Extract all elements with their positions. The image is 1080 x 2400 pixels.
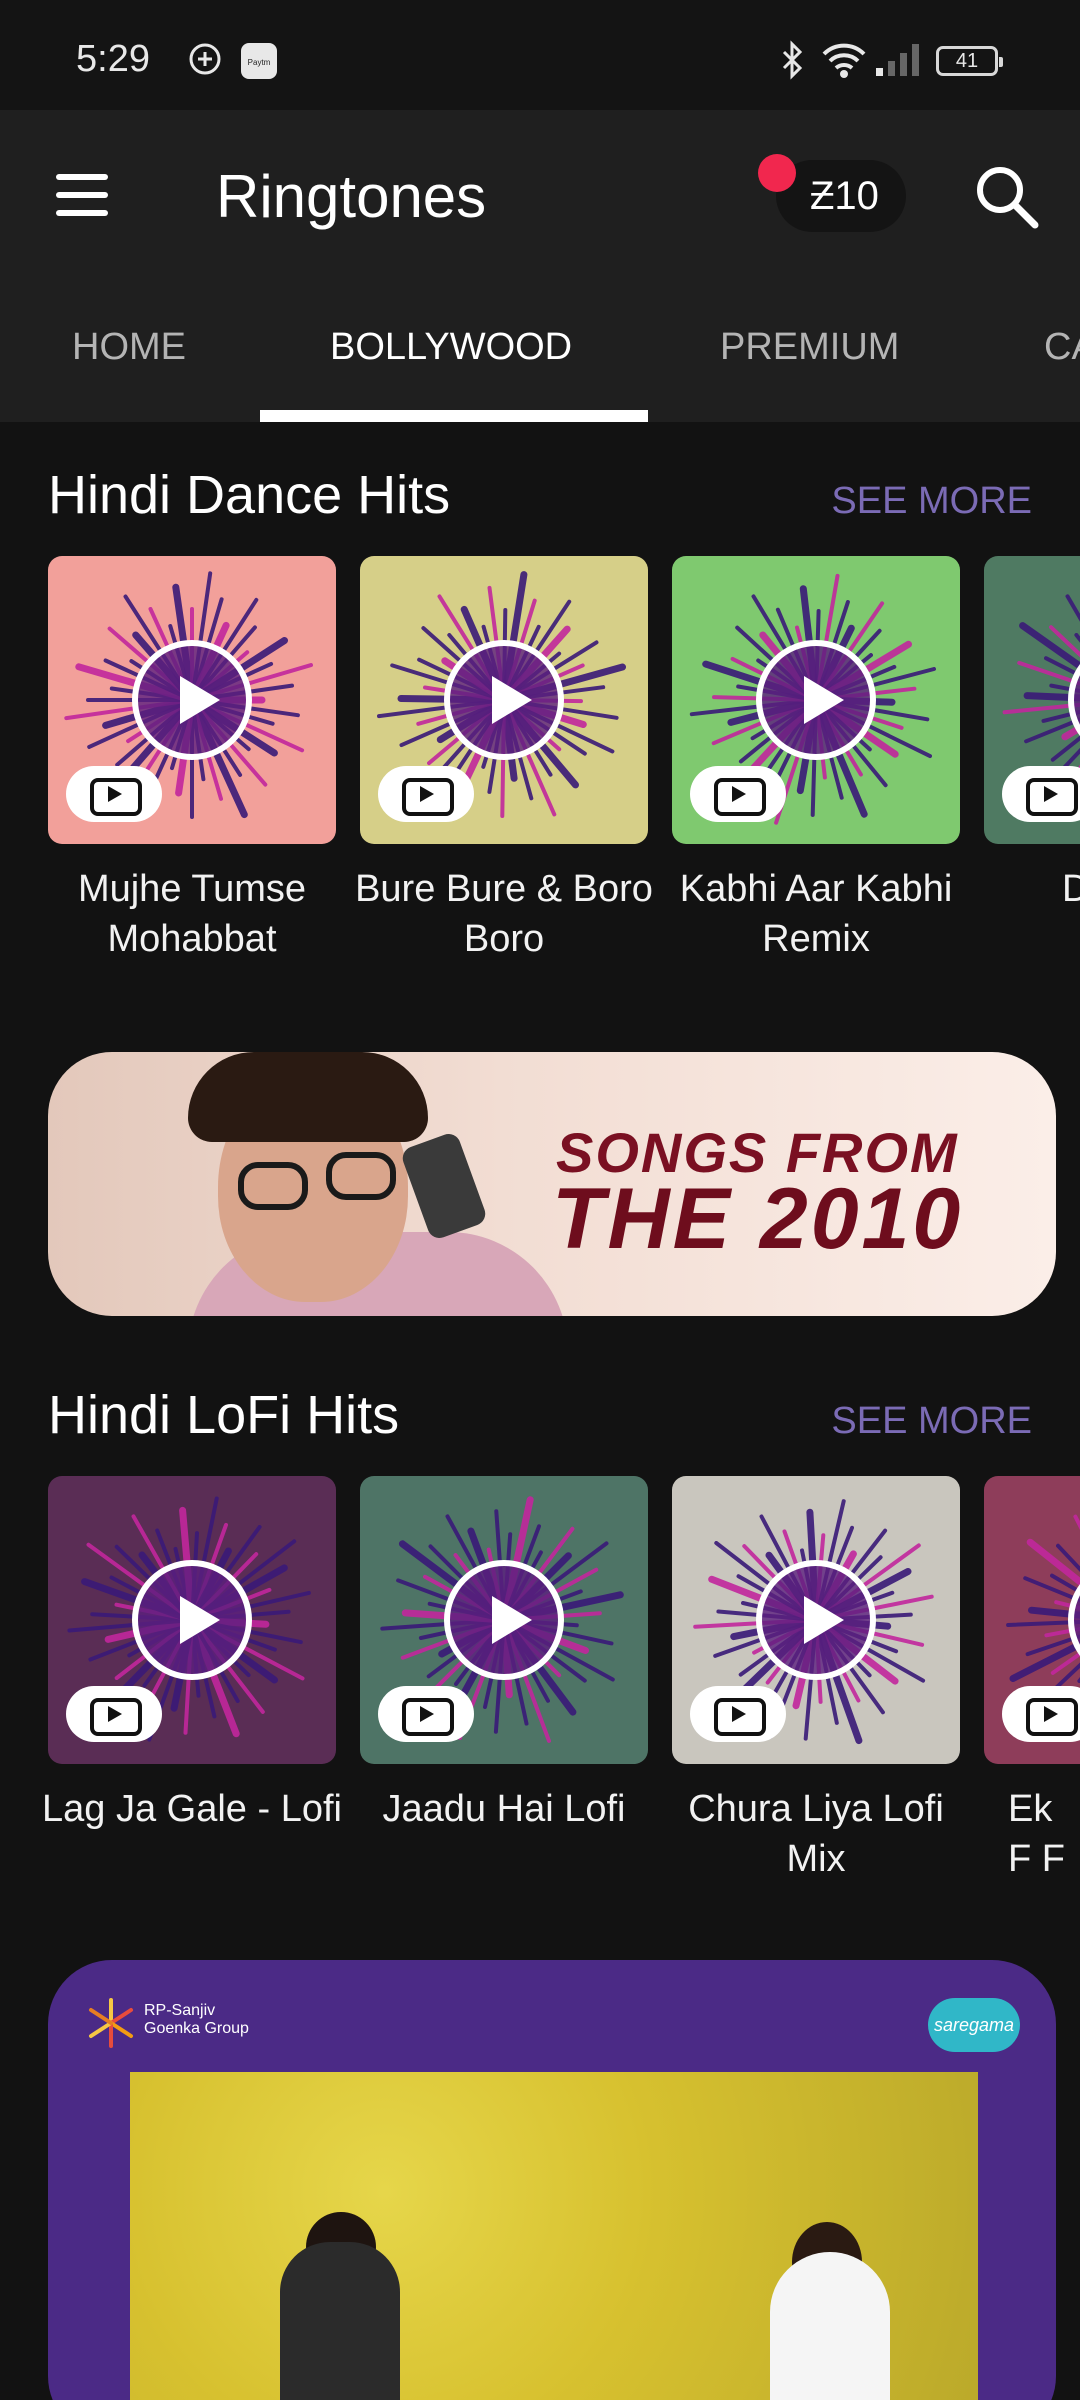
battery-indicator: 41 <box>936 46 1003 76</box>
card-title: Bure Bure & Boro Boro <box>355 868 653 960</box>
album-art <box>130 2072 978 2400</box>
page-title: Ringtones <box>216 163 487 230</box>
glasses-icon <box>326 1152 396 1200</box>
banner-subheading: THE 2010 <box>552 1171 964 1267</box>
tab-premium[interactable]: PREMIUM <box>720 326 899 369</box>
play-icon[interactable] <box>132 640 252 760</box>
active-tab-indicator <box>260 410 648 422</box>
search-icon[interactable] <box>972 162 1042 232</box>
card-title: Lag Ja Gale - Lofi <box>42 1788 342 1830</box>
ringtone-card[interactable] <box>672 1476 960 1764</box>
play-icon[interactable] <box>444 640 564 760</box>
play-icon[interactable] <box>444 1560 564 1680</box>
video-icon[interactable] <box>378 766 474 822</box>
see-more-hindi-lofi-hits[interactable]: SEE MORE <box>831 1400 1032 1443</box>
album-art-man <box>280 2242 400 2400</box>
ringtone-card[interactable] <box>360 1476 648 1764</box>
video-icon[interactable] <box>690 766 786 822</box>
play-icon[interactable] <box>756 640 876 760</box>
category-tabs: HOME BOLLYWOOD PREMIUM CA <box>0 280 1080 422</box>
card-title: Mujhe Tumse Mohabbat <box>77 868 307 960</box>
ringtone-card[interactable] <box>48 556 336 844</box>
ringtone-card[interactable] <box>984 556 1080 844</box>
card-title: D <box>1062 868 1080 910</box>
bluetooth-icon <box>782 40 803 80</box>
album-banner[interactable]: RP-Sanjiv Goenka Group saregama <box>48 1960 1056 2400</box>
card-title: Kabhi Aar Kabhi Remix <box>679 868 953 960</box>
coin-balance: Ƶ10 <box>810 174 879 218</box>
section-title-hindi-dance-hits: Hindi Dance Hits <box>48 465 451 525</box>
album-art-woman <box>770 2252 890 2400</box>
signal-icon <box>876 44 919 76</box>
glasses-icon <box>238 1162 308 1210</box>
tab-home[interactable]: HOME <box>72 326 186 369</box>
wifi-icon <box>822 43 866 78</box>
banner-person-hair <box>188 1052 428 1142</box>
play-icon[interactable] <box>756 1560 876 1680</box>
paytm-icon: Paytm <box>241 43 277 79</box>
see-more-hindi-dance-hits[interactable]: SEE MORE <box>831 480 1032 523</box>
ringtone-card[interactable] <box>984 1476 1080 1764</box>
card-title: Chura Liya Lofi Mix <box>688 1788 944 1880</box>
rpsg-logo-icon <box>89 1998 133 2048</box>
section-title-hindi-lofi-hits: Hindi LoFi Hits <box>48 1385 400 1445</box>
video-icon[interactable] <box>66 766 162 822</box>
svg-text:Paytm: Paytm <box>248 58 271 67</box>
play-icon[interactable] <box>132 1560 252 1680</box>
shield-plus-icon <box>189 43 221 75</box>
video-icon[interactable] <box>1002 766 1080 822</box>
card-title: Ek F F <box>1008 1788 1065 1880</box>
video-icon[interactable] <box>1002 1686 1080 1742</box>
video-icon[interactable] <box>378 1686 474 1742</box>
video-icon[interactable] <box>66 1686 162 1742</box>
songs-2010-banner[interactable]: SONGS FROM THE 2010 <box>48 1052 1056 1316</box>
ringtone-card[interactable] <box>360 556 648 844</box>
ringtone-card[interactable] <box>48 1476 336 1764</box>
status-time: 5:29 <box>76 38 150 80</box>
tab-ca[interactable]: CA <box>1044 326 1080 369</box>
video-icon[interactable] <box>690 1686 786 1742</box>
phone-icon <box>399 1130 489 1242</box>
tab-bollywood[interactable]: BOLLYWOOD <box>330 326 572 369</box>
menu-button[interactable] <box>46 162 122 228</box>
app-bar: Ringtones Ƶ10 <box>0 110 1080 280</box>
saregama-logo: saregama <box>928 1998 1020 2052</box>
notification-dot <box>758 154 796 192</box>
status-bar: 5:29 Paytm 41 <box>0 0 1080 110</box>
ringtone-card[interactable] <box>672 556 960 844</box>
card-title: Jaadu Hai Lofi <box>382 1788 626 1830</box>
brand-label: RP-Sanjiv Goenka Group <box>144 2002 249 2037</box>
